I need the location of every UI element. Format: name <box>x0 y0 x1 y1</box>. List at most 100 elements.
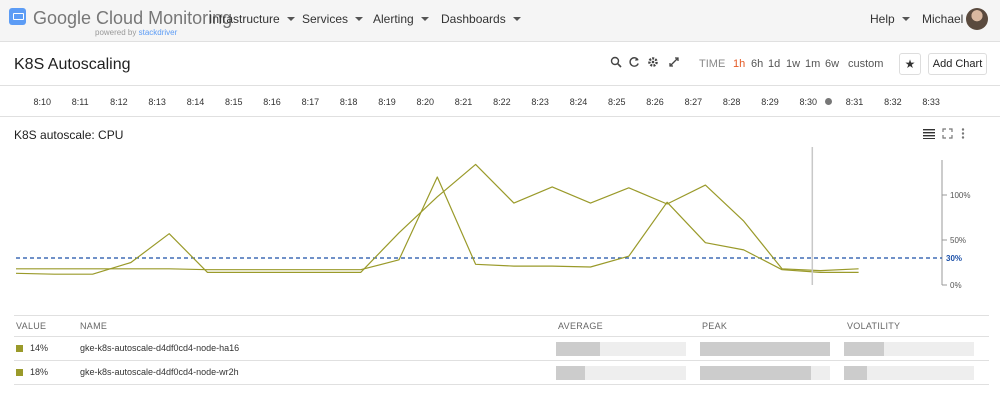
time-axis[interactable]: 8:10 8:11 8:12 8:13 8:14 8:15 8:16 8:17 8:18 8:19… <box>0 87 1000 117</box>
time-tick: 8:18 <box>339 97 358 107</box>
volatility-bar <box>844 342 974 356</box>
more-vert-icon[interactable] <box>961 128 965 142</box>
y-tick-label: 100% <box>950 191 970 200</box>
add-chart-button[interactable]: Add Chart <box>928 53 987 75</box>
series-color-swatch <box>16 345 23 352</box>
cpu-line-chart[interactable]: 100% 50% 0% 30% <box>0 145 1000 295</box>
average-bar <box>556 366 686 380</box>
header-value[interactable]: VALUE <box>16 321 46 331</box>
time-tick: 8:12 <box>110 97 128 107</box>
search-icon[interactable] <box>609 56 623 70</box>
avatar[interactable] <box>966 8 988 30</box>
series-name: gke-k8s-autoscale-d4df0cd4-node-wr2h <box>80 367 239 377</box>
time-tick: 8:19 <box>378 97 396 107</box>
time-tick: 8:31 <box>845 97 864 107</box>
time-tick: 8:20 <box>416 97 435 107</box>
volatility-bar-fill <box>844 342 885 356</box>
header-volatility[interactable]: VOLATILITY <box>847 321 900 331</box>
series-color-swatch <box>16 369 23 376</box>
time-tick: 8:26 <box>646 97 664 107</box>
header-average[interactable]: AVERAGE <box>558 321 603 331</box>
expand-icon[interactable] <box>942 128 953 142</box>
brand-name[interactable]: Google Cloud Monitoring <box>33 8 232 29</box>
time-range-label: TIME <box>699 58 726 70</box>
peak-bar-fill <box>700 342 830 356</box>
settings-icon[interactable] <box>646 56 660 70</box>
peak-bar <box>700 366 830 380</box>
current-time-marker[interactable] <box>825 98 832 105</box>
monitoring-logo-icon[interactable] <box>9 8 26 25</box>
table-row[interactable]: 14% gke-k8s-autoscale-d4df0cd4-node-ha16 <box>14 337 989 361</box>
star-icon: ★ <box>904 57 916 71</box>
range-1w[interactable]: 1w <box>786 58 800 70</box>
nav-services[interactable]: Services <box>302 12 364 26</box>
peak-bar <box>700 342 830 356</box>
page-title: K8S Autoscaling <box>14 56 131 73</box>
chevron-down-icon <box>286 17 295 21</box>
header-peak[interactable]: PEAK <box>702 321 727 331</box>
help-label: Help <box>870 12 895 26</box>
peak-bar-fill <box>700 366 811 380</box>
range-1h[interactable]: 1h <box>733 58 745 70</box>
chevron-down-icon <box>901 17 910 21</box>
header-name[interactable]: NAME <box>80 321 107 331</box>
series-legend-table: VALUE NAME AVERAGE PEAK VOLATILITY 14% gk… <box>14 315 989 385</box>
range-custom[interactable]: custom <box>848 58 883 70</box>
time-tick: 8:21 <box>454 97 473 107</box>
fullscreen-icon[interactable] <box>667 56 681 70</box>
time-tick: 8:17 <box>301 97 320 107</box>
user-name[interactable]: Michael <box>922 12 963 26</box>
powered-by-text: powered by <box>95 28 139 37</box>
nav-services-label: Services <box>302 12 349 26</box>
nav-alerting-label: Alerting <box>373 12 414 26</box>
time-tick: 8:13 <box>148 97 166 107</box>
time-tick: 8:28 <box>722 97 741 107</box>
time-tick: 8:15 <box>225 97 243 107</box>
series-value: 14% <box>30 343 49 353</box>
dashboard-header: K8S Autoscaling TIME 1h 6h 1d 1w 1m 6w c… <box>0 42 1000 86</box>
time-tick: 8:23 <box>531 97 549 107</box>
series-name: gke-k8s-autoscale-d4df0cd4-node-ha16 <box>80 343 240 353</box>
time-tick: 8:11 <box>71 97 89 107</box>
nav-dashboards-label: Dashboards <box>441 12 506 26</box>
nav-infrastructure[interactable]: Infrastructure <box>209 12 295 26</box>
nav-dashboards[interactable]: Dashboards <box>441 12 521 26</box>
y-tick-label: 0% <box>950 281 962 290</box>
nav-alerting[interactable]: Alerting <box>373 12 429 26</box>
threshold-label: 30% <box>946 254 962 263</box>
time-tick: 8:24 <box>569 97 588 107</box>
list-icon[interactable] <box>923 128 935 142</box>
chevron-down-icon <box>420 17 429 21</box>
refresh-icon[interactable] <box>627 56 641 70</box>
range-1d[interactable]: 1d <box>768 58 780 70</box>
legend-header: VALUE NAME AVERAGE PEAK VOLATILITY <box>14 315 989 337</box>
time-tick: 8:25 <box>608 97 626 107</box>
range-6w[interactable]: 6w <box>825 58 839 70</box>
time-tick: 8:33 <box>922 97 940 107</box>
chart-title: K8S autoscale: CPU <box>14 128 124 142</box>
time-tick: 8:30 <box>799 97 818 107</box>
chevron-down-icon <box>355 17 364 21</box>
time-tick: 8:27 <box>684 97 703 107</box>
time-tick: 8:32 <box>884 97 902 107</box>
help-menu[interactable]: Help <box>870 12 910 26</box>
brand-powered-by: powered by stackdriver <box>95 28 177 37</box>
time-tick: 8:29 <box>761 97 779 107</box>
time-tick: 8:10 <box>33 97 52 107</box>
volatility-bar <box>844 366 974 380</box>
favorite-button[interactable]: ★ <box>899 53 921 75</box>
average-bar-fill <box>556 366 585 380</box>
stackdriver-text: stackdriver <box>138 28 178 37</box>
range-1m[interactable]: 1m <box>805 58 820 70</box>
volatility-bar-fill <box>844 366 868 380</box>
nav-infrastructure-label: Infrastructure <box>209 12 280 26</box>
time-tick: 8:16 <box>263 97 281 107</box>
y-tick-label: 50% <box>950 236 966 245</box>
chevron-down-icon <box>512 17 521 21</box>
range-6h[interactable]: 6h <box>751 58 763 70</box>
table-row[interactable]: 18% gke-k8s-autoscale-d4df0cd4-node-wr2h <box>14 361 989 385</box>
average-bar <box>556 342 686 356</box>
time-tick: 8:14 <box>186 97 205 107</box>
average-bar-fill <box>556 342 601 356</box>
time-tick: 8:22 <box>493 97 511 107</box>
